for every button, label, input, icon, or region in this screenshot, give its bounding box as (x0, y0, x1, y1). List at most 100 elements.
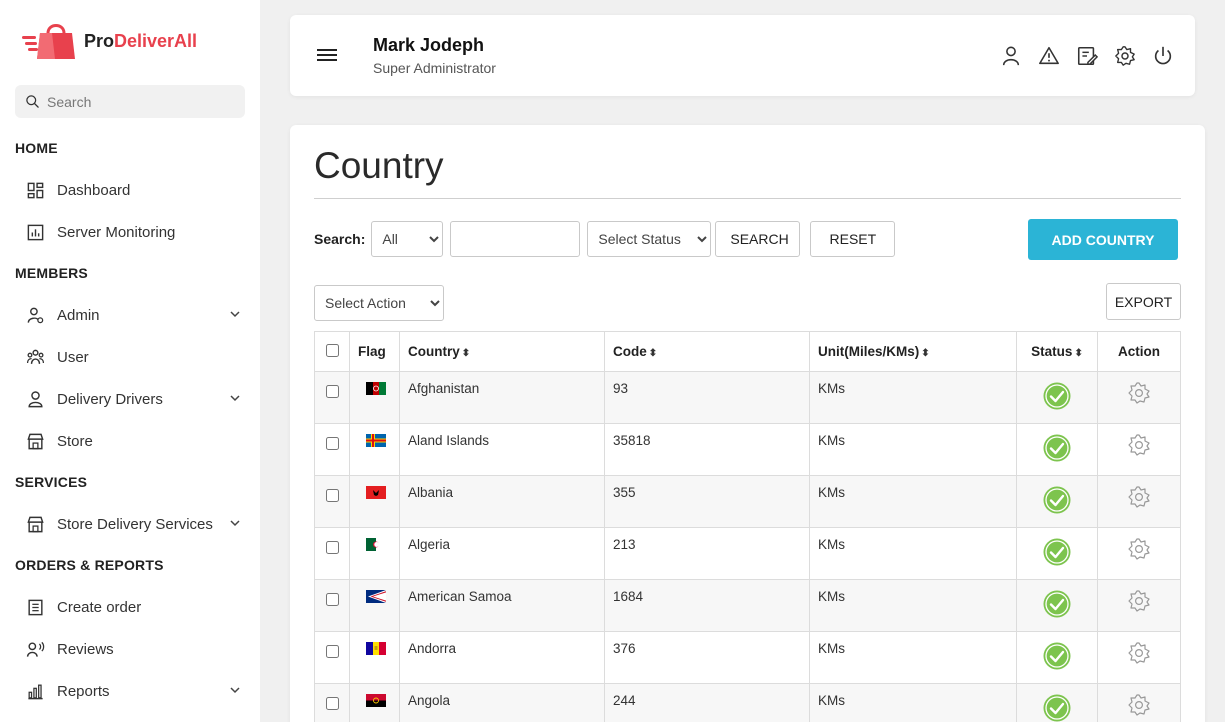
reset-button[interactable]: RESET (810, 221, 896, 257)
driver-icon (23, 387, 47, 411)
settings-gear-icon[interactable] (1127, 693, 1151, 717)
unit-cell: KMs (809, 579, 1017, 632)
sort-icon: ⬍ (648, 348, 658, 359)
logo[interactable]: ProDeliverAll (22, 20, 197, 62)
title-divider (314, 198, 1181, 199)
search-icon (26, 95, 39, 108)
sidebar-item-label: User (57, 348, 89, 366)
sidebar-search-input[interactable] (47, 93, 237, 110)
edit-icon[interactable] (1075, 44, 1099, 68)
section-orders-reports: ORDERS & REPORTS (15, 557, 164, 573)
status-cell (1016, 371, 1098, 424)
row-select-cell (314, 631, 350, 684)
bar-chart-icon (23, 679, 47, 703)
country-cell: American Samoa (399, 579, 605, 632)
sidebar-item-reports[interactable]: Reports (15, 674, 247, 708)
add-country-button[interactable]: ADD COUNTRY (1028, 219, 1178, 260)
active-status-icon[interactable] (1042, 641, 1072, 671)
main-panel: Country Search: All Select Status SEARCH… (290, 125, 1205, 722)
monitor-chart-icon (23, 220, 47, 244)
column-status[interactable]: Status ⬍ (1016, 331, 1098, 372)
column-unit[interactable]: Unit(Miles/KMs) ⬍ (809, 331, 1017, 372)
sidebar-item-reviews[interactable]: Reviews (15, 632, 247, 666)
sidebar-item-user[interactable]: User (15, 340, 247, 374)
table-header-row: Flag Country ⬍ Code ⬍ Unit(Miles/KMs) ⬍ Sta… (314, 331, 1181, 372)
search-field-select[interactable]: All (371, 221, 444, 257)
hamburger-menu-icon[interactable] (317, 46, 337, 64)
bulk-action-select[interactable]: Select Action (314, 285, 444, 321)
row-checkbox[interactable] (325, 437, 339, 450)
active-status-icon[interactable] (1042, 485, 1072, 515)
flag-cell (349, 371, 400, 424)
settings-icon[interactable] (1113, 44, 1137, 68)
row-select-cell (314, 579, 350, 632)
active-status-icon[interactable] (1042, 381, 1072, 411)
sidebar-item-store-delivery-services[interactable]: Store Delivery Services (15, 507, 247, 541)
settings-gear-icon[interactable] (1127, 485, 1151, 509)
export-button[interactable]: EXPORT (1106, 283, 1181, 320)
alert-icon[interactable] (1037, 44, 1061, 68)
sidebar-item-store[interactable]: Store (15, 424, 247, 458)
column-country[interactable]: Country ⬍ (399, 331, 605, 372)
sidebar-item-label: Store Delivery Services (57, 515, 213, 533)
status-cell (1016, 631, 1098, 684)
sidebar-item-delivery-drivers[interactable]: Delivery Drivers (15, 382, 247, 416)
sidebar-item-label: Admin (57, 306, 100, 324)
row-checkbox[interactable] (325, 697, 339, 710)
action-cell (1097, 475, 1181, 528)
american-samoa-flag-icon (366, 590, 386, 603)
search-input[interactable] (450, 221, 581, 257)
status-cell (1016, 527, 1098, 580)
search-button[interactable]: SEARCH (715, 221, 801, 257)
settings-gear-icon[interactable] (1127, 433, 1151, 457)
column-code[interactable]: Code ⬍ (604, 331, 810, 372)
unit-cell: KMs (809, 475, 1017, 528)
table-row: Andorra 376 KMs (314, 631, 1181, 684)
settings-gear-icon[interactable] (1127, 537, 1151, 561)
table-row: Aland Islands 35818 KMs (314, 423, 1181, 476)
row-checkbox[interactable] (325, 593, 339, 606)
column-country-label: Country (408, 344, 460, 359)
sort-icon: ⬍ (1074, 348, 1083, 359)
sidebar-item-dashboard[interactable]: Dashboard (15, 173, 247, 207)
table-row: Afghanistan 93 KMs (314, 371, 1181, 424)
table-row: Algeria 213 KMs (314, 527, 1181, 580)
settings-gear-icon[interactable] (1127, 381, 1151, 405)
column-status-label: Status (1031, 344, 1073, 359)
logo-text: ProDeliverAll (84, 31, 197, 52)
action-cell (1097, 527, 1181, 580)
settings-gear-icon[interactable] (1127, 641, 1151, 665)
country-cell: Angola (399, 683, 605, 722)
sidebar-item-server-monitoring[interactable]: Server Monitoring (15, 215, 247, 249)
status-select[interactable]: Select Status (587, 221, 712, 257)
page-title: Country (314, 145, 444, 186)
andorra-flag-icon (366, 642, 386, 655)
power-icon[interactable] (1151, 44, 1175, 68)
code-cell: 213 (604, 527, 810, 580)
active-status-icon[interactable] (1042, 589, 1072, 619)
sidebar-item-label: Server Monitoring (57, 223, 176, 241)
unit-cell: KMs (809, 371, 1017, 424)
country-cell: Aland Islands (399, 423, 605, 476)
row-checkbox[interactable] (325, 385, 339, 398)
section-members: MEMBERS (15, 265, 88, 281)
row-checkbox[interactable] (325, 489, 339, 502)
code-cell: 93 (604, 371, 810, 424)
row-checkbox[interactable] (325, 645, 339, 658)
select-all-checkbox[interactable] (325, 343, 339, 357)
section-home: HOME (15, 140, 58, 156)
action-cell (1097, 683, 1181, 722)
sidebar-search (15, 85, 245, 118)
user-icon[interactable] (999, 44, 1023, 68)
row-checkbox[interactable] (325, 541, 339, 554)
sidebar-item-create-order[interactable]: Create order (15, 590, 247, 624)
active-status-icon[interactable] (1042, 433, 1072, 463)
active-status-icon[interactable] (1042, 537, 1072, 567)
table-body: Afghanistan 93 KMs Aland Islands 35818 KMs Alb… (314, 371, 1181, 722)
sort-icon: ⬍ (461, 348, 471, 359)
settings-gear-icon[interactable] (1127, 589, 1151, 613)
column-flag-label: Flag (358, 344, 386, 359)
row-select-cell (314, 475, 350, 528)
sidebar-item-admin[interactable]: Admin (15, 298, 247, 332)
active-status-icon[interactable] (1042, 693, 1072, 722)
